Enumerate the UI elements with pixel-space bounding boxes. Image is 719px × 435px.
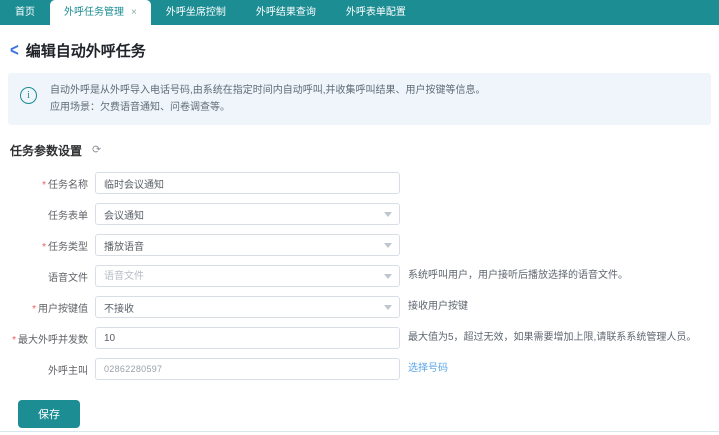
- field-label: *用户按键值: [0, 300, 88, 315]
- bottom-divider: [0, 431, 719, 432]
- field-label-text: 任务名称: [48, 180, 88, 191]
- max-concurrency-field: [95, 327, 400, 349]
- field-label-text: 外呼主叫: [48, 366, 88, 377]
- tab-agent-control[interactable]: 外呼坐席控制: [151, 0, 241, 25]
- section-title: 任务参数设置: [10, 142, 82, 159]
- max-concurrency-hint: 最大值为5，超过无效，如果需要增加上限,请联系系统管理人员。: [408, 327, 696, 349]
- task-form-select[interactable]: [95, 203, 400, 225]
- task-form: *任务名称 任务表单 *任务类型: [0, 172, 719, 380]
- form-row-voice-file: 语音文件 系统呼叫用户，用户接听后播放选择的语音文件。: [0, 265, 719, 287]
- form-row-user-key: *用户按键值 接收用户按键: [0, 296, 719, 318]
- task-type-field: [95, 234, 400, 256]
- form-row-max-concurrency: *最大外呼并发数 最大值为5，超过无效，如果需要增加上限,请联系系统管理人员。: [0, 327, 719, 349]
- caller-number-field: [95, 358, 400, 380]
- field-label-text: 语音文件: [48, 273, 88, 284]
- choose-number-link[interactable]: 选择号码: [408, 358, 448, 380]
- field-label-text: 任务表单: [48, 211, 88, 222]
- form-row-task-form: 任务表单: [0, 203, 719, 225]
- voice-file-select[interactable]: [95, 265, 400, 287]
- field-label: 外呼主叫: [0, 362, 88, 377]
- field-label-text: 最大外呼并发数: [18, 335, 88, 346]
- field-label-text: 任务类型: [48, 242, 88, 253]
- save-button[interactable]: 保存: [18, 400, 80, 428]
- info-text: 自动外呼是从外呼导入电话号码,由系统在指定时间内自动呼叫,并收集呼叫结果、用户按…: [50, 82, 486, 116]
- required-mark: *: [42, 242, 46, 253]
- tab-label: 外呼任务管理: [64, 0, 124, 25]
- max-concurrency-input[interactable]: [95, 327, 400, 349]
- tab-bar: 首页 外呼任务管理 × 外呼坐席控制 外呼结果查询 外呼表单配置: [0, 0, 719, 25]
- tab-result-query[interactable]: 外呼结果查询: [241, 0, 331, 25]
- back-icon[interactable]: <: [10, 40, 19, 60]
- voice-file-field: [95, 265, 400, 287]
- refresh-icon[interactable]: ⟳: [92, 145, 101, 156]
- tab-outbound-task-management[interactable]: 外呼任务管理 ×: [50, 0, 151, 25]
- required-mark: *: [12, 335, 16, 346]
- user-key-select[interactable]: [95, 296, 400, 318]
- form-row-task-type: *任务类型: [0, 234, 719, 256]
- field-label-text: 用户按键值: [38, 304, 88, 315]
- tab-home[interactable]: 首页: [0, 0, 50, 25]
- task-form-field: [95, 203, 400, 225]
- task-name-field: [95, 172, 400, 194]
- field-label: *最大外呼并发数: [0, 331, 88, 346]
- user-key-field: [95, 296, 400, 318]
- tab-form-config[interactable]: 外呼表单配置: [331, 0, 421, 25]
- required-mark: *: [32, 304, 36, 315]
- form-row-caller-number: 外呼主叫 选择号码: [0, 358, 719, 380]
- caller-number-input[interactable]: [95, 358, 400, 380]
- field-label: *任务类型: [0, 238, 88, 253]
- page-title-bar: < 编辑自动外呼任务: [10, 40, 719, 61]
- field-label: 语音文件: [0, 269, 88, 284]
- required-mark: *: [42, 180, 46, 191]
- task-type-select[interactable]: [95, 234, 400, 256]
- close-icon[interactable]: ×: [131, 8, 137, 18]
- info-line-2: 应用场景：欠费语音通知、问卷调查等。: [50, 99, 486, 116]
- voice-file-hint: 系统呼叫用户，用户接听后播放选择的语音文件。: [408, 265, 628, 287]
- info-line-1: 自动外呼是从外呼导入电话号码,由系统在指定时间内自动呼叫,并收集呼叫结果、用户按…: [50, 82, 486, 99]
- user-key-hint: 接收用户按键: [408, 296, 468, 318]
- app-window: 首页 外呼任务管理 × 外呼坐席控制 外呼结果查询 外呼表单配置 < 编辑自动外…: [0, 0, 719, 435]
- section-header: 任务参数设置 ⟳: [10, 142, 719, 159]
- info-banner: i 自动外呼是从外呼导入电话号码,由系统在指定时间内自动呼叫,并收集呼叫结果、用…: [8, 73, 711, 125]
- task-name-input[interactable]: [95, 172, 400, 194]
- page-title: 编辑自动外呼任务: [26, 40, 146, 61]
- field-label: 任务表单: [0, 207, 88, 222]
- info-icon: i: [20, 87, 37, 104]
- field-label: *任务名称: [0, 176, 88, 191]
- form-row-task-name: *任务名称: [0, 172, 719, 194]
